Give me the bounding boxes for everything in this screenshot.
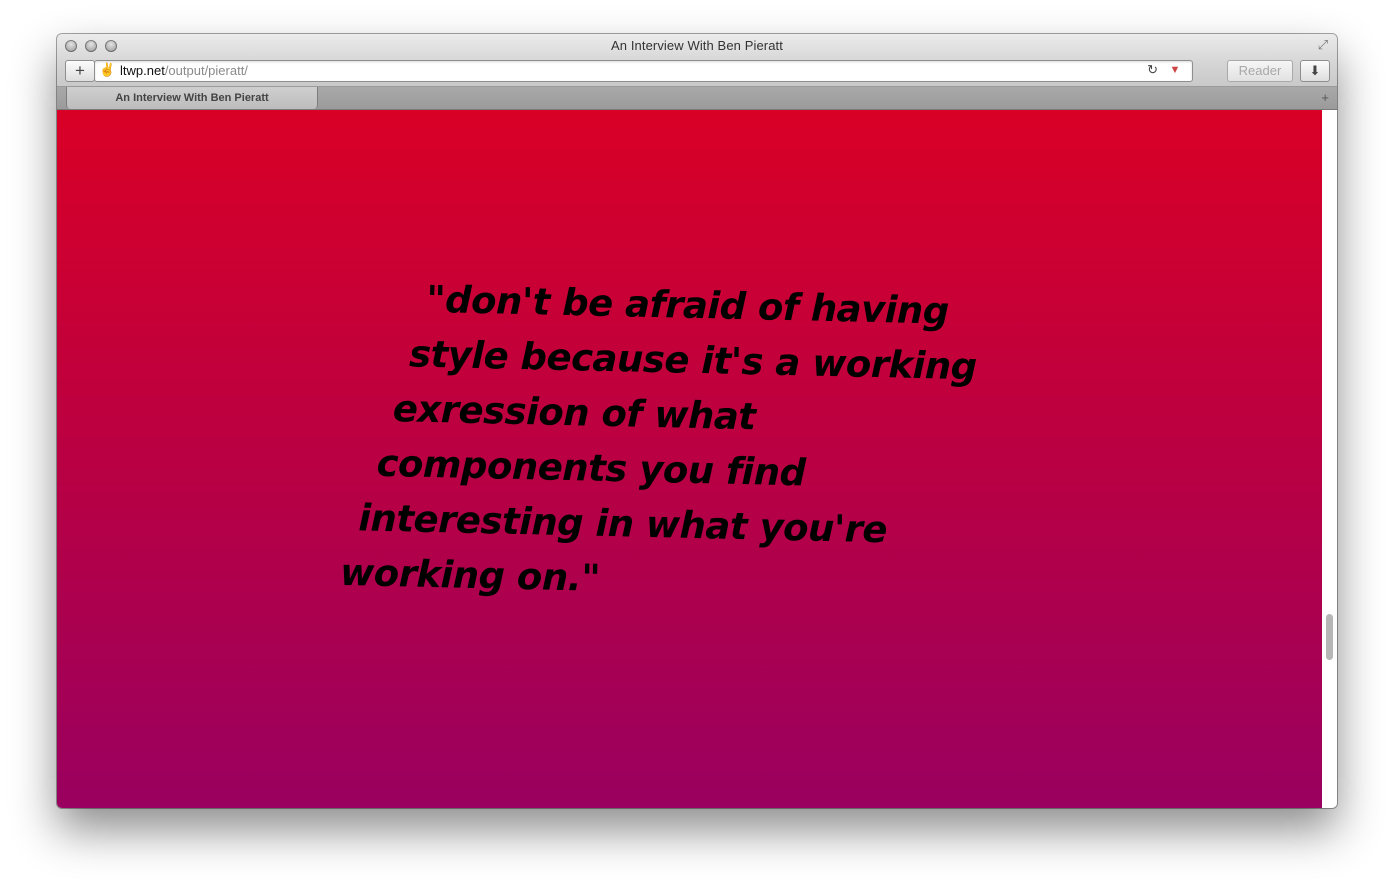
scrollbar-thumb[interactable]: [1326, 614, 1333, 660]
extension-icon[interactable]: ▼: [1164, 62, 1186, 79]
add-bookmark-button[interactable]: +: [65, 60, 95, 82]
page-content: "don't be afraid of having style because…: [57, 110, 1322, 808]
new-tab-icon[interactable]: +: [1321, 87, 1329, 109]
window-title: An Interview With Ben Pieratt: [611, 38, 783, 53]
tab-bar: An Interview With Ben Pieratt +: [57, 87, 1337, 110]
fullscreen-icon[interactable]: ⤢: [1315, 37, 1331, 53]
reload-icon[interactable]: ↻: [1147, 62, 1158, 78]
title-bar: An Interview With Ben Pieratt ⤢ + ✌ ltwp…: [57, 34, 1337, 87]
url-path: /output/pieratt/: [164, 63, 248, 78]
pull-quote: "don't be afraid of having style because…: [340, 270, 979, 614]
browser-window: An Interview With Ben Pieratt ⤢ + ✌ ltwp…: [57, 34, 1337, 808]
address-bar[interactable]: ✌ ltwp.net/output/pieratt/ ↻ ▼: [94, 60, 1193, 82]
download-icon[interactable]: ⬇: [1300, 60, 1330, 82]
vertical-scrollbar[interactable]: [1322, 110, 1337, 808]
reader-button[interactable]: Reader: [1227, 60, 1293, 82]
url-text[interactable]: ltwp.net/output/pieratt/: [120, 63, 248, 78]
peace-hand-icon: ✌: [99, 62, 116, 77]
tab-active[interactable]: An Interview With Ben Pieratt: [66, 87, 318, 109]
url-domain: ltwp.net: [120, 63, 165, 78]
